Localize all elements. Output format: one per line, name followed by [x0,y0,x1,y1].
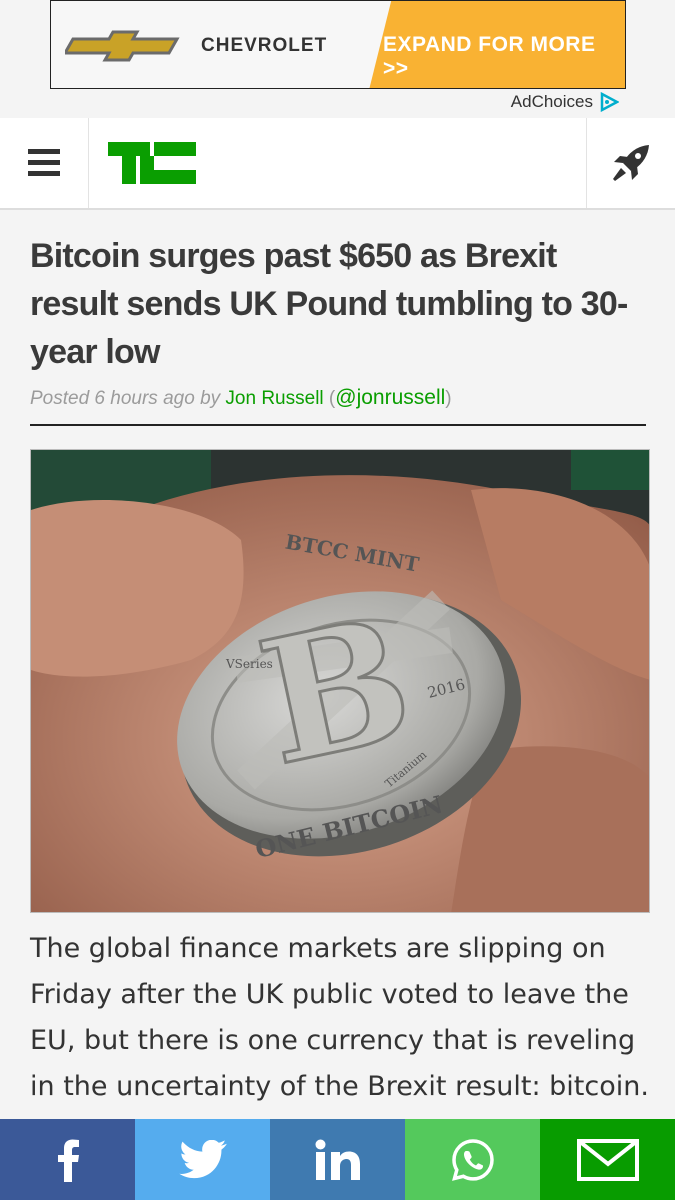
rocket-icon [613,145,649,181]
adchoices-icon [600,92,619,112]
byline-posted: Posted 6 hours ago by [30,388,221,409]
email-icon [576,1138,639,1181]
ad-area: CHEVROLET EXPAND FOR MORE >> AdChoices [0,0,675,118]
rocket-button[interactable] [586,118,675,208]
article-image[interactable]: B BTCC MINT ONE BITCOIN VSeries 2016 Tit… [30,449,650,913]
share-facebook-button[interactable] [0,1119,135,1200]
share-whatsapp-button[interactable] [405,1119,540,1200]
whatsapp-icon [451,1138,494,1181]
share-linkedin-button[interactable] [270,1119,405,1200]
article-byline: Posted 6 hours ago by Jon Russell (@jonr… [30,386,452,410]
share-email-button[interactable] [540,1119,675,1200]
hamburger-menu-icon [28,149,60,176]
adchoices-link[interactable]: AdChoices [511,92,619,112]
chevrolet-ad-banner[interactable]: CHEVROLET EXPAND FOR MORE >> [50,0,626,89]
twitter-handle-link[interactable]: @jonrussell [335,386,445,409]
menu-button[interactable] [0,118,89,208]
ad-expand-button[interactable]: EXPAND FOR MORE >> [383,33,625,81]
share-bar [0,1119,675,1200]
techcrunch-logo[interactable] [108,142,196,184]
article-title: Bitcoin surges past $650 as Brexit resul… [30,237,628,371]
bitcoin-coin-photo: B BTCC MINT ONE BITCOIN VSeries 2016 Tit… [31,450,649,912]
title-divider [30,424,646,426]
byline-close-paren: ) [445,388,452,409]
adchoices-label: AdChoices [510,92,593,111]
facebook-icon [57,1139,79,1182]
site-header [0,118,675,210]
share-twitter-button[interactable] [135,1119,270,1200]
coin-series-text: VSeries [225,657,273,671]
ad-brand-name: CHEVROLET [201,35,328,56]
linkedin-icon [315,1139,360,1180]
twitter-icon [178,1139,227,1178]
chevrolet-bowtie-logo [65,30,180,62]
author-link[interactable]: Jon Russell [225,388,323,409]
article-body: The global finance markets are slipping … [30,933,649,1102]
